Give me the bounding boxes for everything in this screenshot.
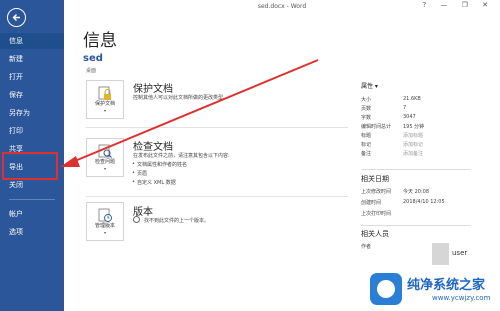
right-divider (361, 225, 471, 226)
date-label: 创建时间 (361, 200, 382, 206)
chevron-down-icon: ▾ (103, 166, 106, 171)
inspect-bullet: 页眉 (132, 170, 147, 177)
property-label: 大小 (361, 97, 372, 103)
versions-description: 找不到此文件的上一个版本。 (144, 218, 210, 224)
nav-open[interactable]: 打开 (0, 69, 64, 85)
nav-account[interactable]: 帐户 (0, 206, 64, 222)
property-label: 页数 (361, 106, 372, 112)
protect-title: 保护文档 (133, 84, 173, 95)
back-arrow-icon[interactable] (7, 8, 26, 27)
property-value: 195 分钟 (403, 124, 425, 130)
document-name: sed (83, 53, 103, 64)
add-tag-field[interactable]: 添加标记 (403, 141, 423, 148)
manage-versions-icon (98, 208, 112, 222)
manage-versions-button[interactable]: 管理版本 ▾ (86, 202, 124, 241)
page-title: 信息 (83, 31, 117, 51)
export-highlight-box (2, 152, 58, 180)
inspect-document-icon (98, 144, 112, 158)
watermark-logo: 纯净系统之家 www.ycwjzy.com (370, 271, 496, 307)
date-value: 今天 20:08 (403, 189, 429, 195)
inspect-description: 在发布此文件之前，请注意其包含以下内容: (133, 153, 230, 159)
property-label: 标记 (361, 142, 372, 148)
author-label: 作者 (361, 244, 372, 250)
watermark-title: 纯净系统之家 (407, 278, 486, 293)
nav-options[interactable]: 选项 (0, 224, 64, 240)
info-icon (133, 216, 140, 223)
author-name[interactable]: user (452, 249, 467, 257)
section-divider (86, 127, 348, 128)
nav-print[interactable]: 打印 (0, 123, 64, 139)
dates-header: 相关日期 (361, 175, 389, 183)
watermark-url: www.ycwjzy.com (432, 294, 491, 302)
nav-save[interactable]: 保存 (0, 87, 64, 103)
inspect-tile-label: 检查问题 (94, 159, 115, 165)
inspect-bullet: 文档属性和作者的姓名 (132, 161, 187, 168)
annotation-arrow (60, 59, 319, 167)
protect-tile-label: 保护文档 (94, 101, 115, 107)
add-comment-field[interactable]: 添加备注 (403, 150, 423, 157)
nav-info[interactable]: 信息 (0, 33, 64, 49)
add-title-field[interactable]: 添加标题 (403, 132, 423, 139)
protect-document-button[interactable]: 保护文档 ▾ (86, 80, 124, 119)
versions-tile-label: 管理版本 (94, 223, 115, 229)
nav-new[interactable]: 新建 (0, 51, 64, 67)
property-label: 字数 (361, 115, 372, 121)
property-value: 7 (403, 105, 407, 111)
lock-icon (98, 86, 111, 100)
check-issues-button[interactable]: 检查问题 ▾ (86, 138, 124, 177)
properties-title: 属性 (361, 83, 374, 90)
property-label: 标题 (361, 133, 372, 139)
property-value: 3047 (403, 114, 416, 120)
avatar (432, 243, 449, 265)
property-value: 21.6KB (403, 96, 421, 102)
people-header: 相关人员 (361, 230, 389, 238)
date-label: 上次修改时间 (361, 189, 392, 195)
right-divider (361, 169, 471, 170)
nav-divider (9, 199, 55, 200)
nav-save-as[interactable]: 另存为 (0, 105, 64, 121)
property-label: 备注 (361, 151, 372, 157)
properties-header[interactable]: 属性 ▾ (361, 81, 378, 90)
inspect-bullet: 自定义 XML 数据 (132, 179, 176, 186)
protect-description: 控制其他人可以对此文档所做的更改类型。 (133, 95, 229, 101)
document-path: 桌面 (86, 68, 97, 74)
section-divider (86, 196, 348, 197)
chevron-down-icon: ▾ (103, 230, 106, 235)
property-label: 编辑时间总计 (361, 124, 392, 130)
chevron-down-icon: ▾ (103, 108, 106, 113)
date-value: 2018/4/10 12:05 (403, 199, 445, 205)
inspect-title: 检查文档 (133, 142, 173, 153)
date-label: 上次打印时间 (361, 211, 392, 217)
watermark-badge-icon (370, 273, 402, 305)
window-controls[interactable]: ? — ❐ ✕ (422, 1, 494, 9)
